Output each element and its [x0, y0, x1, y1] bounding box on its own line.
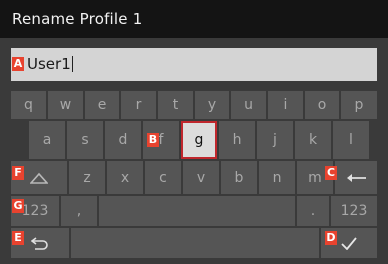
input-value: User1 — [27, 55, 73, 73]
backspace-arrow-icon — [347, 173, 366, 182]
callout-marker-a: A — [12, 57, 24, 71]
input-text: User1 — [27, 55, 71, 73]
callout-marker-d: D — [325, 231, 337, 245]
page-title: Rename Profile 1 — [0, 0, 388, 38]
key-l[interactable]: l — [333, 121, 369, 159]
callout-marker-g: G — [12, 199, 24, 213]
back-return-icon — [31, 237, 48, 250]
key-z[interactable]: z — [69, 161, 105, 194]
numbers-key-right[interactable]: 123 — [331, 196, 377, 226]
callout-marker-e: E — [12, 231, 24, 245]
key-g-selected[interactable]: g — [181, 121, 217, 159]
rename-profile-screen: Rename Profile 1 User1 q w e r t y u i o… — [0, 0, 388, 264]
key-y[interactable]: y — [195, 91, 229, 119]
profile-name-input[interactable]: User1 — [11, 48, 377, 81]
key-p[interactable]: p — [341, 91, 377, 119]
key-j[interactable]: j — [257, 121, 293, 159]
key-x[interactable]: x — [107, 161, 143, 194]
callout-marker-b: B — [147, 133, 159, 147]
comma-key[interactable]: , — [61, 196, 97, 226]
key-i[interactable]: i — [268, 91, 303, 119]
key-h[interactable]: h — [219, 121, 255, 159]
key-v[interactable]: v — [183, 161, 219, 194]
space-key[interactable] — [99, 196, 295, 226]
key-s[interactable]: s — [67, 121, 103, 159]
callout-marker-c: C — [325, 166, 337, 180]
period-key[interactable]: . — [297, 196, 329, 226]
key-r[interactable]: r — [121, 91, 156, 119]
callout-marker-f: F — [12, 166, 24, 180]
key-q[interactable]: q — [11, 91, 46, 119]
backspace-key[interactable] — [335, 161, 377, 194]
blank-bar — [71, 228, 319, 258]
key-c[interactable]: c — [145, 161, 181, 194]
text-caret — [71, 56, 73, 72]
key-u[interactable]: u — [231, 91, 266, 119]
key-t[interactable]: t — [158, 91, 193, 119]
shift-icon — [30, 172, 48, 184]
key-o[interactable]: o — [305, 91, 339, 119]
key-n[interactable]: n — [259, 161, 295, 194]
key-d[interactable]: d — [105, 121, 141, 159]
key-w[interactable]: w — [48, 91, 83, 119]
key-b[interactable]: b — [221, 161, 257, 194]
checkmark-icon — [341, 236, 357, 250]
key-a[interactable]: a — [29, 121, 65, 159]
key-e[interactable]: e — [85, 91, 119, 119]
key-k[interactable]: k — [295, 121, 331, 159]
